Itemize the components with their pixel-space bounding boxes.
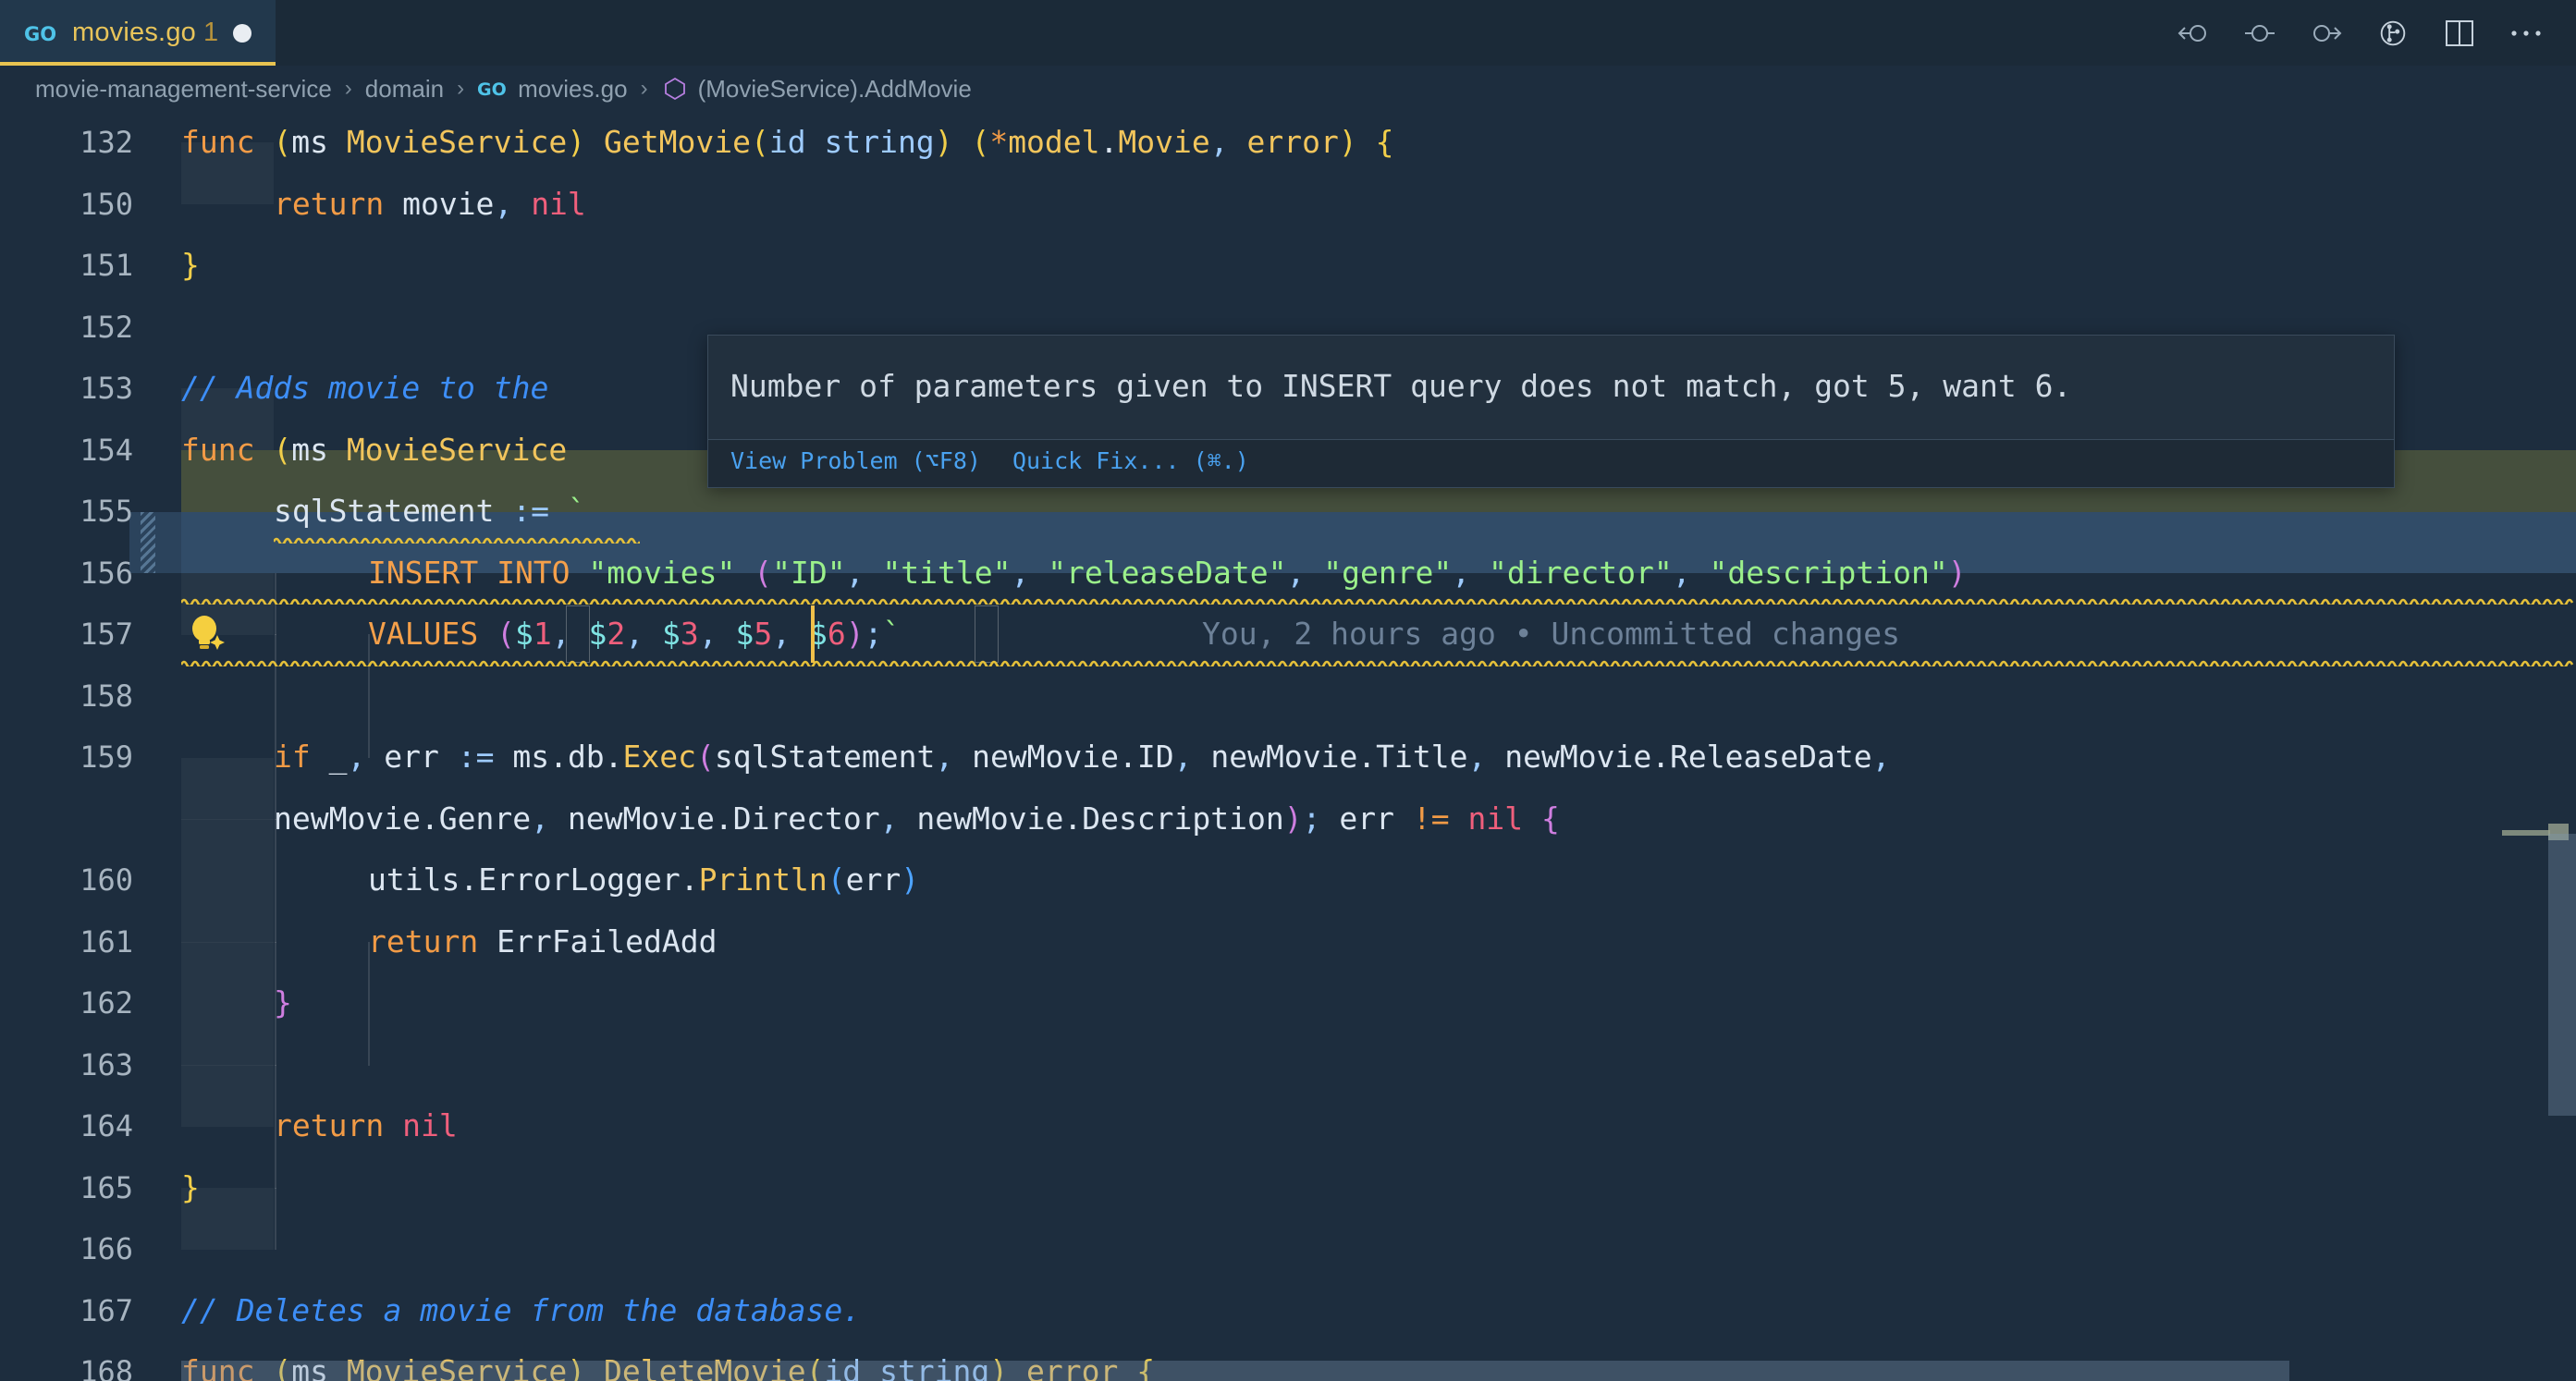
line-162-content[interactable]: } <box>274 972 292 1034</box>
go-file-icon: GO <box>24 21 57 45</box>
warning-squiggle-line-155 <box>274 535 640 544</box>
horizontal-scrollbar-thumb[interactable] <box>181 1361 2289 1381</box>
line-number: 161 <box>80 923 133 959</box>
code-line[interactable]: 151 } <box>0 235 2576 297</box>
code-line[interactable]: 163 <box>0 1034 2576 1096</box>
editor-actions <box>2177 0 2576 66</box>
line-165-content[interactable]: } <box>181 1157 200 1219</box>
line-number: 160 <box>80 862 133 898</box>
editor-tab-bar: GO movies.go 1 <box>0 0 2576 66</box>
line-161-content[interactable]: return ErrFailedAdd <box>368 911 718 973</box>
code-line[interactable]: 167 // Deletes a movie from the database… <box>0 1280 2576 1342</box>
ai-quick-fix-lightbulb-icon[interactable] <box>187 611 227 657</box>
breadcrumb-separator-icon: › <box>344 76 352 101</box>
vertical-scrollbar-thumb[interactable] <box>2548 834 2576 1116</box>
breadcrumb: movie-management-service › domain › GO m… <box>0 66 2576 112</box>
git-blame-annotation[interactable]: You, 2 hours ago • Uncommitted changes <box>1202 604 1900 666</box>
line-151-content[interactable]: } <box>181 235 200 297</box>
more-actions-icon[interactable] <box>2509 17 2543 50</box>
line-132-content[interactable]: func (ms MovieService) GetMovie(id strin… <box>181 112 1393 174</box>
overview-ruler-marker-line <box>2502 830 2550 836</box>
line-154-content[interactable]: func (ms MovieService <box>181 420 567 482</box>
line-number: 166 <box>80 1231 133 1266</box>
view-problem-link[interactable]: View Problem (⌥F8) <box>730 447 981 474</box>
line-number: 159 <box>80 739 133 775</box>
breadcrumb-item-folder[interactable]: domain <box>365 75 444 104</box>
line-number: 151 <box>80 248 133 283</box>
line-164-content[interactable]: return nil <box>274 1095 458 1157</box>
line-155-content[interactable]: sqlStatement := ` <box>274 481 586 543</box>
code-line[interactable]: 164 return nil <box>0 1095 2576 1157</box>
line-153-content[interactable]: // Adds movie to the <box>181 358 548 420</box>
line-167-content[interactable]: // Deletes a movie from the database. <box>181 1280 861 1342</box>
code-line-wrapped[interactable]: newMovie.Genre, newMovie.Director, newMo… <box>0 788 2576 850</box>
line-157-content[interactable]: VALUES ($1, $2, $3, $5, $6);` <box>368 604 901 666</box>
go-to-next-change-icon[interactable] <box>2310 17 2343 50</box>
svg-text:GO: GO <box>24 23 56 45</box>
unsaved-dot-icon[interactable] <box>233 23 252 43</box>
line-number: 156 <box>80 555 133 591</box>
line-number: 157 <box>80 617 133 652</box>
line-number: 152 <box>80 309 133 345</box>
code-line[interactable]: 156 INSERT INTO "movies" ("ID", "title",… <box>0 543 2576 605</box>
go-to-previous-change-icon[interactable] <box>2177 17 2210 50</box>
tab-problem-count: 1 <box>202 18 219 47</box>
line-number: 154 <box>80 432 133 468</box>
code-line[interactable]: 157 VALUES ($1, $2, $3, $5, $6);` You, 2… <box>0 604 2576 666</box>
line-number: 163 <box>80 1046 133 1082</box>
current-change-icon[interactable] <box>2243 17 2276 50</box>
vscode-window: GO movies.go 1 movie-management-service … <box>0 0 2576 1381</box>
tab-label: movies.go <box>72 18 196 47</box>
hover-action-bar: View Problem (⌥F8) Quick Fix... (⌘.) <box>708 440 2394 487</box>
source-control-graph-icon[interactable] <box>2376 17 2410 50</box>
line-159-wrapped-content[interactable]: newMovie.Genre, newMovie.Director, newMo… <box>274 788 1560 850</box>
breadcrumb-item-file[interactable]: movies.go <box>518 75 628 104</box>
warning-squiggle-line-156 <box>181 596 2576 605</box>
line-number: 132 <box>80 125 133 160</box>
code-line[interactable]: 132 func (ms MovieService) GetMovie(id s… <box>0 112 2576 174</box>
go-file-icon: GO <box>477 78 509 100</box>
line-number: 164 <box>80 1108 133 1143</box>
code-line[interactable]: 150 return movie, nil <box>0 174 2576 236</box>
breadcrumb-item-symbol[interactable]: (MovieService).AddMovie <box>698 75 972 104</box>
line-number: 158 <box>80 678 133 714</box>
line-number: 155 <box>80 494 133 529</box>
quick-fix-link[interactable]: Quick Fix... (⌘.) <box>1012 447 1249 474</box>
symbol-method-icon <box>661 75 689 103</box>
split-editor-icon[interactable] <box>2443 17 2476 50</box>
line-number: 165 <box>80 1169 133 1205</box>
hover-message: Number of parameters given to INSERT que… <box>730 368 2072 404</box>
line-160-content[interactable]: utils.ErrorLogger.Println(err) <box>368 849 919 911</box>
code-line[interactable]: 166 <box>0 1218 2576 1280</box>
editor-horizontal-scrollbar[interactable] <box>181 1361 2576 1381</box>
breadcrumb-item-project[interactable]: movie-management-service <box>35 75 332 104</box>
editor-vertical-scrollbar[interactable] <box>2548 224 2576 1381</box>
code-line[interactable]: 159 if _, err := ms.db.Exec(sqlStatement… <box>0 727 2576 788</box>
line-156-content[interactable]: INSERT INTO "movies" ("ID", "title", "re… <box>368 543 1967 605</box>
code-line[interactable]: 155 sqlStatement := ` <box>0 481 2576 543</box>
breadcrumb-separator-icon: › <box>640 76 648 101</box>
line-number: 167 <box>80 1292 133 1328</box>
bracket-match-open <box>566 605 590 663</box>
diagnostic-hover-tooltip[interactable]: Number of parameters given to INSERT que… <box>707 335 2395 488</box>
code-line[interactable]: 158 <box>0 666 2576 727</box>
line-159-content[interactable]: if _, err := ms.db.Exec(sqlStatement, ne… <box>274 727 1891 788</box>
tab-movies-go[interactable]: GO movies.go 1 <box>0 0 276 66</box>
line-number: 153 <box>80 371 133 406</box>
bracket-match-close <box>975 605 999 663</box>
line-number: 168 <box>80 1354 133 1381</box>
line-number: 150 <box>80 186 133 222</box>
code-line[interactable]: 161 return ErrFailedAdd <box>0 911 2576 973</box>
line-150-content[interactable]: return movie, nil <box>274 174 586 236</box>
line-number: 162 <box>80 985 133 1020</box>
svg-text:GO: GO <box>477 79 507 100</box>
code-line[interactable]: 162 } <box>0 972 2576 1034</box>
breadcrumb-separator-icon: › <box>457 76 465 101</box>
code-line[interactable]: 165 } <box>0 1157 2576 1219</box>
code-editor[interactable]: 132 func (ms MovieService) GetMovie(id s… <box>0 112 2576 1381</box>
code-line[interactable]: 160 utils.ErrorLogger.Println(err) <box>0 849 2576 911</box>
text-cursor <box>811 605 815 663</box>
line-number <box>0 788 163 850</box>
